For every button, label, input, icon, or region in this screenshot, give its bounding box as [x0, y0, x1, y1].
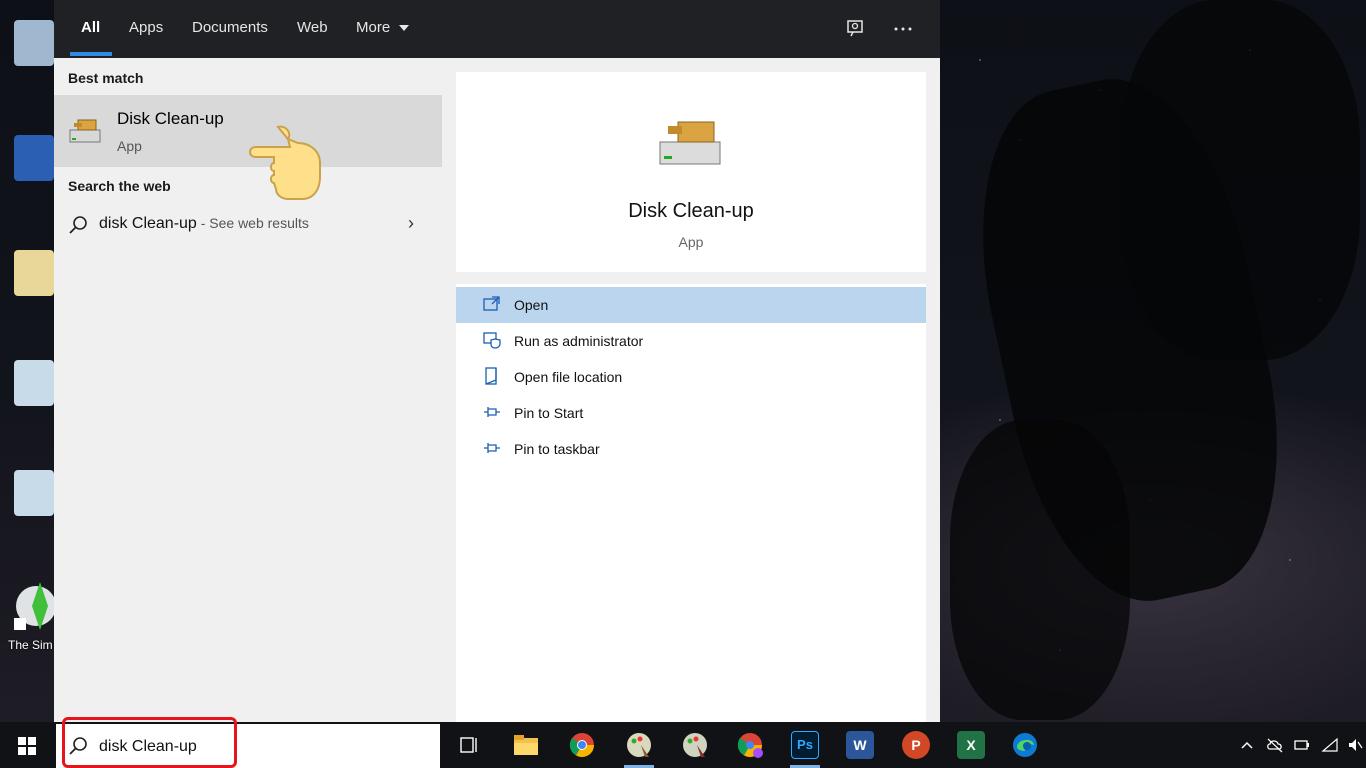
action-label: Run as administrator	[514, 333, 644, 349]
file-explorer-icon[interactable]	[512, 731, 540, 759]
word-icon[interactable]: W	[846, 731, 874, 759]
folder-desktop-icon[interactable]	[14, 360, 54, 406]
tab-all[interactable]: All	[81, 19, 100, 36]
volume-icon[interactable]	[1347, 737, 1363, 753]
more-options-icon[interactable]	[892, 18, 914, 40]
search-panel: All Apps Documents Web More Best match D…	[54, 0, 940, 722]
the-sims-icon[interactable]	[14, 578, 54, 634]
action-open-file-location[interactable]: Open file location	[456, 359, 926, 395]
web-search-result[interactable]: disk Clean-up - See web results ›	[54, 205, 442, 245]
best-match-title: Disk Clean-up	[117, 109, 224, 128]
edge-icon[interactable]	[1011, 731, 1039, 759]
paint-app-icon[interactable]	[625, 731, 653, 759]
tab-web[interactable]: Web	[297, 19, 328, 36]
action-label: Pin to Start	[514, 405, 584, 421]
pointing-hand-icon	[249, 125, 321, 200]
powerpoint-icon[interactable]: P	[902, 731, 930, 759]
battery-icon[interactable]	[1293, 737, 1309, 753]
best-match-heading: Best match	[68, 70, 144, 86]
folder-desktop-icon[interactable]	[14, 250, 54, 296]
disk-cleanup-icon	[69, 119, 101, 143]
chrome-profile-icon[interactable]	[736, 731, 764, 759]
results-list: Best match Disk Clean-up App Search the …	[54, 58, 442, 722]
start-button[interactable]	[0, 722, 54, 768]
search-filter-bar: All Apps Documents Web More	[54, 0, 940, 58]
folder-location-icon	[485, 367, 497, 385]
windows-logo-icon	[18, 737, 36, 755]
tab-apps[interactable]: Apps	[129, 19, 163, 36]
taskbar: disk Clean-up Ps W P X	[0, 717, 1366, 768]
feedback-icon[interactable]	[844, 18, 866, 40]
chevron-right-icon: ›	[408, 213, 414, 233]
taskbar-search-box[interactable]: disk Clean-up	[56, 717, 440, 768]
search-web-heading: Search the web	[68, 178, 171, 194]
tab-documents[interactable]: Documents	[192, 19, 268, 36]
chevron-down-icon	[399, 25, 409, 31]
active-tab-indicator	[70, 52, 112, 56]
folder-desktop-icon[interactable]	[14, 470, 54, 516]
action-list: Open Run as administrator Open file loca…	[456, 284, 926, 722]
excel-icon[interactable]: X	[957, 731, 985, 759]
pin-icon	[484, 443, 500, 453]
disk-cleanup-icon	[659, 121, 721, 165]
detail-type: App	[678, 234, 704, 250]
app-detail-card: Disk Clean-up App	[456, 72, 926, 272]
best-match-result[interactable]: Disk Clean-up App	[54, 95, 442, 200]
recycle-bin-icon[interactable]	[14, 20, 54, 66]
tab-more[interactable]: More	[356, 19, 390, 36]
tree-silhouette	[1120, 0, 1360, 360]
pin-icon	[484, 407, 500, 417]
word-doc-desktop-icon[interactable]	[14, 135, 54, 181]
shield-admin-icon	[483, 332, 501, 349]
desktop-icon-label: The Sim	[8, 638, 53, 652]
chevron-up-icon[interactable]	[1239, 737, 1255, 753]
photoshop-icon[interactable]: Ps	[791, 731, 819, 759]
action-pin-to-taskbar[interactable]: Pin to taskbar	[456, 431, 926, 467]
task-view-icon[interactable]	[455, 731, 483, 759]
paint-app-2-icon[interactable]	[681, 731, 709, 759]
chrome-icon[interactable]	[568, 731, 596, 759]
preview-pane: Disk Clean-up App Open Run as administra…	[442, 58, 940, 722]
annotation-highlight-box	[62, 717, 237, 768]
action-pin-to-start[interactable]: Pin to Start	[456, 395, 926, 431]
action-open[interactable]: Open	[456, 287, 926, 323]
tree-silhouette	[950, 420, 1130, 720]
web-hint: - See web results	[196, 215, 309, 231]
open-icon	[483, 296, 500, 311]
detail-title: Disk Clean-up	[628, 200, 754, 222]
action-label: Open file location	[514, 369, 623, 385]
best-match-type: App	[117, 138, 142, 154]
action-label: Pin to taskbar	[514, 441, 600, 457]
cloud-icon[interactable]	[1266, 737, 1283, 753]
action-run-as-admin[interactable]: Run as administrator	[456, 323, 926, 359]
web-result-text: disk Clean-up - See web results	[99, 215, 309, 233]
action-label: Open	[514, 297, 549, 313]
web-query: disk Clean-up	[99, 215, 197, 232]
search-icon	[69, 216, 87, 234]
wifi-icon[interactable]	[1321, 737, 1338, 753]
